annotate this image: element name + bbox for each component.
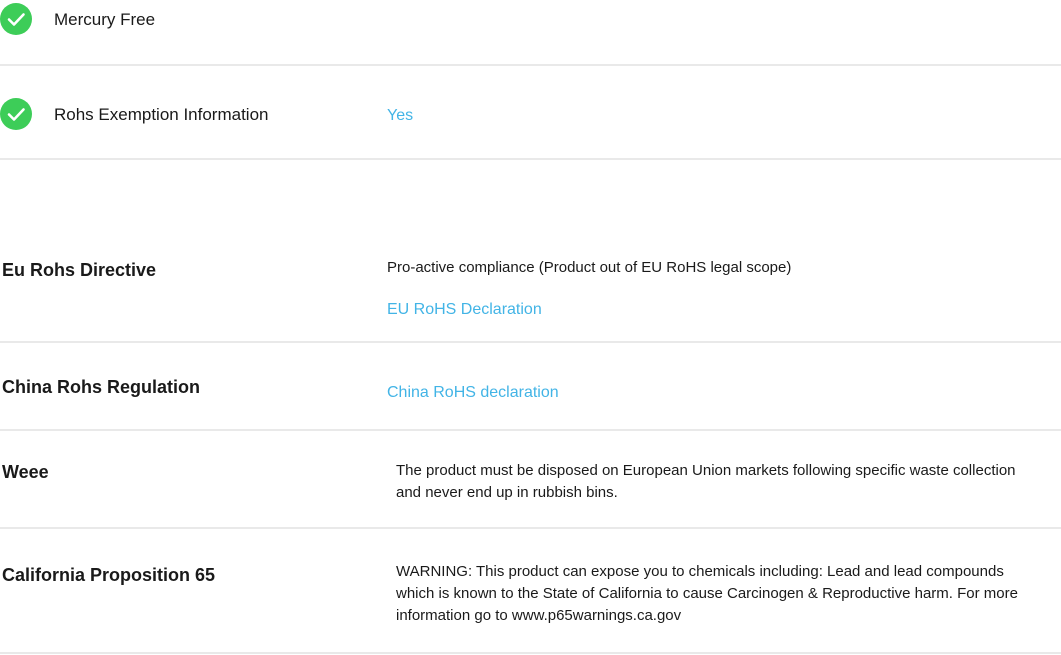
china-rohs-regulation-label: China Rohs Regulation xyxy=(2,377,200,397)
divider xyxy=(0,429,1061,431)
check-circle-icon xyxy=(0,3,32,35)
divider xyxy=(0,158,1061,160)
divider xyxy=(0,64,1061,66)
divider xyxy=(0,652,1061,654)
eu-rohs-directive-text: Pro-active compliance (Product out of EU… xyxy=(387,259,792,276)
rohs-exemption-yes-link[interactable]: Yes xyxy=(387,106,413,126)
weee-text: The product must be disposed on European… xyxy=(396,462,1016,501)
eu-rohs-declaration-link[interactable]: EU RoHS Declaration xyxy=(387,300,542,320)
check-circle-icon xyxy=(0,98,32,130)
california-prop65-text: WARNING: This product can expose you to … xyxy=(396,563,1018,624)
eu-rohs-directive-label: Eu Rohs Directive xyxy=(2,260,157,280)
weee-label: Weee xyxy=(2,462,49,482)
feature-label-rohs-exemption: Rohs Exemption Information xyxy=(54,105,269,124)
feature-label-mercury-free: Mercury Free xyxy=(54,10,156,29)
divider xyxy=(0,341,1061,343)
china-rohs-declaration-link[interactable]: China RoHS declaration xyxy=(387,383,559,403)
california-prop65-label: California Proposition 65 xyxy=(2,565,216,585)
divider xyxy=(0,527,1061,529)
